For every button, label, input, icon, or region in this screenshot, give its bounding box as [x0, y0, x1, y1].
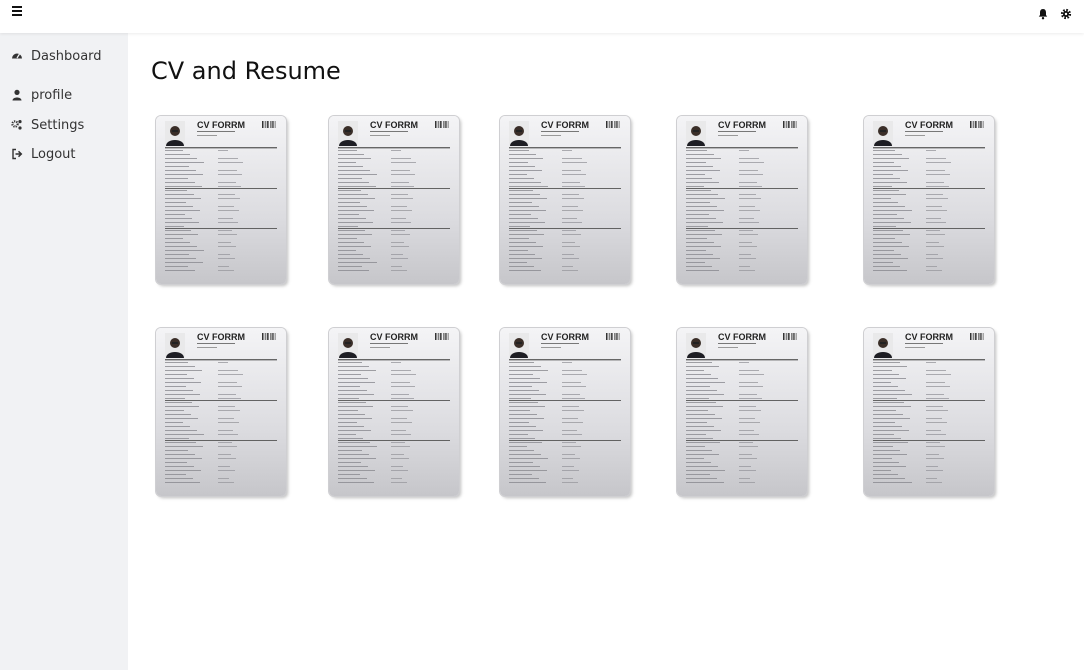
sidebar-item-settings[interactable]: Settings — [11, 116, 84, 134]
cv-thumbnail: CV FORRM — [873, 332, 985, 483]
gear-icon[interactable] — [1060, 5, 1072, 20]
cv-thumbnail: CV FORRM — [686, 120, 798, 271]
cv-template-card[interactable]: CV FORRM — [677, 328, 807, 496]
sidebar-item-label: profile — [31, 87, 73, 103]
cv-thumbnail: CV FORRM — [509, 332, 621, 483]
cv-template-card[interactable]: CV FORRM — [500, 328, 630, 496]
cv-heading: CV FORRM — [197, 332, 245, 342]
sidebar-item-dashboard[interactable]: Dashboard — [11, 47, 102, 65]
sidebar: Dashboard profile Settings Logout — [0, 33, 128, 670]
cv-heading: CV FORRM — [370, 332, 418, 342]
cv-thumbnail: CV FORRM — [165, 120, 277, 271]
sidebar-item-profile[interactable]: profile — [11, 86, 72, 104]
cv-heading: CV FORRM — [718, 120, 766, 130]
cv-thumbnail: CV FORRM — [509, 120, 621, 271]
cv-thumbnail: CV FORRM — [873, 120, 985, 271]
cv-template-card[interactable]: CV FORRM — [156, 328, 286, 496]
cv-heading: CV FORRM — [197, 120, 245, 130]
cv-thumbnail: CV FORRM — [686, 332, 798, 483]
sign-out-icon — [11, 148, 23, 160]
cv-template-card[interactable]: CV FORRM — [864, 328, 994, 496]
sidebar-item-label: Dashboard — [31, 48, 102, 64]
hamburger-icon[interactable] — [12, 6, 22, 16]
cv-heading: CV FORRM — [718, 332, 766, 342]
cv-heading: CV FORRM — [541, 120, 589, 130]
cv-template-card[interactable]: CV FORRM — [500, 116, 630, 284]
cv-heading: CV FORRM — [905, 332, 953, 342]
cv-heading: CV FORRM — [905, 120, 953, 130]
sidebar-item-label: Settings — [31, 117, 85, 133]
sidebar-item-label: Logout — [31, 146, 76, 162]
cv-thumbnail: CV FORRM — [338, 332, 450, 483]
main-content: CV and Resume CV FORRM CV FORRM CV FORRM… — [128, 33, 1084, 670]
cv-heading: CV FORRM — [541, 332, 589, 342]
cv-thumbnail: CV FORRM — [165, 332, 277, 483]
cv-heading: CV FORRM — [370, 120, 418, 130]
tachometer-icon — [11, 50, 23, 62]
user-icon — [11, 89, 23, 101]
sidebar-item-logout[interactable]: Logout — [11, 145, 76, 163]
cv-template-card[interactable]: CV FORRM — [864, 116, 994, 284]
cv-template-card[interactable]: CV FORRM — [329, 116, 459, 284]
cv-thumbnail: CV FORRM — [338, 120, 450, 271]
cv-template-card[interactable]: CV FORRM — [329, 328, 459, 496]
page-title: CV and Resume — [151, 57, 341, 85]
bell-icon[interactable] — [1037, 5, 1049, 20]
cv-template-card[interactable]: CV FORRM — [156, 116, 286, 284]
top-navbar — [0, 0, 1084, 33]
gears-icon — [11, 119, 23, 131]
cv-template-card[interactable]: CV FORRM — [677, 116, 807, 284]
